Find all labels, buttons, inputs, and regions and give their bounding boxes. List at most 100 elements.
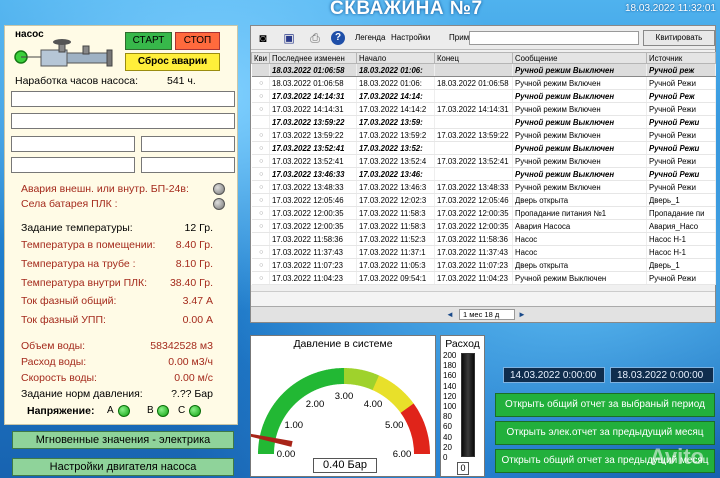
settings-label[interactable]: Настройки — [391, 33, 430, 42]
log-cell-start: 17.03.2022 13:59: — [356, 115, 435, 129]
log-cell-message: Ручной режим Выключен — [512, 167, 647, 181]
prev-arrow-icon[interactable]: ◄ — [445, 309, 455, 320]
column-header[interactable]: Сообщение — [512, 52, 647, 64]
log-cell-end: 17.03.2022 13:48:33 — [434, 180, 513, 194]
phase-a-indicator — [118, 405, 130, 417]
param-value: 12 Гр. — [184, 222, 213, 234]
log-cell-end — [434, 89, 513, 103]
camera-icon[interactable]: ◙ — [255, 30, 271, 46]
log-row[interactable]: ○ 17.03.2022 14:14:31 17.03.2022 14:14:2 17… — [251, 102, 716, 116]
open-period-report-button[interactable]: Открыть общий отчет за выбраный период — [495, 393, 715, 417]
log-row[interactable]: ○ 17.03.2022 12:05:46 17.03.2022 12:02:3 17… — [251, 193, 716, 207]
log-row[interactable]: ○ 17.03.2022 13:52:41 17.03.2022 13:52:4 17… — [251, 154, 716, 168]
log-cell-start: 17.03.2022 12:02:3 — [356, 193, 435, 207]
log-row[interactable]: ○ 17.03.2022 11:07:23 17.03.2022 11:05:3 17… — [251, 258, 716, 272]
log-status-bar: ◄ 1 мес 18 д ► — [251, 306, 715, 322]
column-header[interactable]: Кви — [251, 52, 270, 64]
log-body: 18.03.2022 01:06:58 18.03.2022 01:06: Ручн… — [251, 63, 716, 285]
phase-a-label: A — [107, 405, 114, 416]
report-date-to[interactable]: 18.03.2022 0:00:00 — [610, 367, 714, 383]
log-cell-source: Насос Н-1 — [646, 245, 716, 259]
column-header[interactable]: Начало — [356, 52, 435, 64]
voltage-label: Напряжение: — [27, 405, 95, 417]
gauge-band-red — [400, 403, 430, 454]
log-row[interactable]: ○ 17.03.2022 14:14:31 17.03.2022 14:14: Руч… — [251, 89, 716, 103]
log-cell-end: 17.03.2022 14:14:31 — [434, 102, 513, 116]
log-row[interactable]: ○ 17.03.2022 12:00:35 17.03.2022 11:58:3 17… — [251, 219, 716, 233]
log-row[interactable]: 17.03.2022 11:58:36 17.03.2022 11:52:3 17.… — [251, 232, 716, 246]
log-row[interactable]: ○ 17.03.2022 13:48:33 17.03.2022 13:46:3 17… — [251, 180, 716, 194]
open-electric-month-report-button[interactable]: Открыть элек.отчет за предыдущий месяц — [495, 421, 715, 445]
pump-icon — [14, 39, 113, 67]
water-label: Расход воды: — [21, 356, 87, 368]
log-cell-changed: 17.03.2022 13:52:41 — [269, 141, 357, 155]
watermark-logo: Avito — [649, 444, 704, 469]
log-cell-source: Дверь_1 — [646, 193, 716, 207]
log-cell-changed: 17.03.2022 12:00:35 — [269, 206, 357, 220]
log-cell-message: Дверь открыта — [512, 258, 647, 272]
log-cell-source: Ручной реж — [646, 63, 716, 77]
column-header[interactable]: Последнее изменен — [269, 52, 357, 64]
log-row[interactable]: 17.03.2022 13:59:22 17.03.2022 13:59: Ручн… — [251, 115, 716, 129]
column-header[interactable]: Источник — [646, 52, 716, 64]
log-header-row: Кви Последнее изменен Начало Конец Сообщ… — [251, 52, 716, 64]
print-icon[interactable]: ⎙ — [307, 30, 323, 46]
log-cell-start: 17.03.2022 13:52:4 — [356, 154, 435, 168]
param-label: Ток фазный общий: — [21, 295, 117, 307]
flow-title: Расход — [445, 338, 480, 350]
log-row[interactable]: ○ 17.03.2022 12:00:35 17.03.2022 11:58:3 17… — [251, 206, 716, 220]
ack-status-icon: ○ — [251, 206, 270, 220]
flow-tick-label: 100 — [443, 402, 457, 411]
acknowledge-button[interactable]: Квитировать — [643, 30, 715, 46]
gauge-tick-label: 4.00 — [364, 399, 383, 410]
flow-tick-label: 20 — [443, 442, 452, 452]
ack-status-icon: ○ — [251, 271, 270, 285]
reset-alarm-button[interactable]: Сброс аварии — [125, 53, 220, 71]
electric-values-button[interactable]: Мгновенные значения - электрика — [12, 431, 234, 449]
log-cell-start: 17.03.2022 09:54:1 — [356, 271, 435, 285]
log-cell-end: 17.03.2022 13:52:41 — [434, 154, 513, 168]
water-label: Скорость воды: — [21, 372, 97, 384]
legend-label[interactable]: Легенда — [355, 33, 385, 42]
start-button[interactable]: СТАРТ — [125, 32, 172, 50]
water-value: 0.00 м/с — [174, 372, 213, 384]
stop-button[interactable]: СТОП — [175, 32, 220, 50]
empty-field — [11, 136, 135, 152]
water-value: 58342528 м3 — [150, 340, 213, 352]
log-cell-changed: 17.03.2022 12:00:35 — [269, 219, 357, 233]
note-input[interactable] — [469, 31, 639, 45]
log-cell-start: 17.03.2022 11:37:1 — [356, 245, 435, 259]
log-cell-source: Ручной Режи — [646, 271, 716, 285]
log-cell-changed: 17.03.2022 13:59:22 — [269, 128, 357, 142]
ack-status-icon: ○ — [251, 180, 270, 194]
log-row[interactable]: 18.03.2022 01:06:58 18.03.2022 01:06: Ручн… — [251, 63, 716, 77]
log-row[interactable]: ○ 17.03.2022 11:37:43 17.03.2022 11:37:1 17… — [251, 245, 716, 259]
motor-settings-button[interactable]: Настройки двигателя насоса — [12, 458, 234, 476]
log-row[interactable]: ○ 17.03.2022 13:59:22 17.03.2022 13:59:2 17… — [251, 128, 716, 142]
next-arrow-icon[interactable]: ► — [517, 309, 527, 320]
water-value: 0.00 м3/ч — [168, 356, 213, 368]
log-row[interactable]: ○ 17.03.2022 11:04:23 17.03.2022 09:54:1 17… — [251, 271, 716, 285]
log-row[interactable]: ○ 17.03.2022 13:46:33 17.03.2022 13:46: Руч… — [251, 167, 716, 181]
gauge-tick-label: 6.00 — [393, 449, 412, 458]
log-row[interactable]: ○ 17.03.2022 13:52:41 17.03.2022 13:52: Руч… — [251, 141, 716, 155]
ack-status-icon: ○ — [251, 245, 270, 259]
param-label: Ток фазный УПП: — [21, 314, 106, 326]
log-cell-source: Пропадание пи — [646, 206, 716, 220]
log-cell-changed: 17.03.2022 13:52:41 — [269, 154, 357, 168]
log-toolbar: ◙ ▣ ⎙ ? Легенда Настройки Прим. Квитиров… — [251, 26, 715, 50]
report-date-from[interactable]: 14.03.2022 0:00:00 — [503, 367, 605, 383]
ack-status-icon — [251, 115, 270, 129]
log-cell-message: Ручной режим Выключен — [512, 63, 647, 77]
param-value: 3.47 А — [182, 295, 213, 307]
column-header[interactable]: Конец — [434, 52, 513, 64]
log-row[interactable]: ○ 18.03.2022 01:06:58 18.03.2022 01:06: 18.… — [251, 76, 716, 90]
log-cell-message: Насос — [512, 245, 647, 259]
log-cell-start: 17.03.2022 14:14:2 — [356, 102, 435, 116]
ack-status-icon: ○ — [251, 141, 270, 155]
help-icon[interactable]: ? — [331, 31, 345, 45]
save-icon[interactable]: ▣ — [281, 30, 297, 46]
param-value: 0.00 А — [182, 314, 213, 326]
log-cell-changed: 17.03.2022 13:48:33 — [269, 180, 357, 194]
param-label: Температура в помещении: — [21, 239, 156, 251]
